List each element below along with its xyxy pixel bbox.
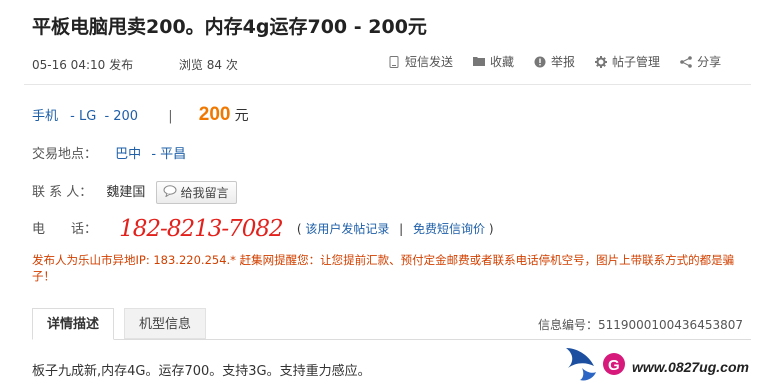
tab-model-info[interactable]: 机型信息: [124, 308, 207, 339]
favorite-label: 收藏: [490, 55, 515, 69]
category-phone-link[interactable]: 手机: [32, 109, 58, 124]
tabs-baseline: [32, 339, 751, 340]
category-separator: |: [168, 109, 173, 124]
category-row: 手机 - LG - 200 | 200 元: [32, 104, 249, 126]
gear-icon: [595, 55, 608, 68]
fraud-warning: 发布人为乐山市异地IP: 183.220.254.* 赶集网提醒您：让您提前汇款…: [32, 253, 735, 283]
leave-message-button[interactable]: 给我留言: [155, 181, 237, 204]
speech-bubble-icon: [163, 185, 177, 200]
action-bar: 短信发送 收藏 举报 帖子管理 分享: [388, 53, 721, 70]
phone-label: 电 话：: [32, 221, 98, 237]
phone-links-separator: |: [399, 221, 404, 236]
phone-row: 电 话： 182-8213-7082 ( 该用户发帖记录 | 免费短信询价 ): [32, 216, 494, 242]
open-paren: (: [296, 221, 302, 236]
header-divider: [24, 84, 751, 85]
contact-label: 联 系 人：: [32, 185, 93, 200]
location-row: 交易地点： 巴中 - 平昌: [32, 143, 186, 162]
contact-row: 联 系 人： 魏建国 给我留言: [32, 181, 237, 204]
category-200-link[interactable]: - 200: [104, 109, 138, 124]
share-button[interactable]: 分享: [680, 53, 721, 70]
close-paren: ): [488, 221, 494, 236]
post-meta: 05-16 04:10 发布 浏览 84 次: [32, 56, 238, 73]
location-region-link[interactable]: 巴中: [115, 147, 141, 162]
tab-model-info-label: 机型信息: [139, 317, 192, 332]
sms-send-button[interactable]: 短信发送: [388, 53, 453, 70]
phone-icon: [388, 55, 400, 68]
views-label: 浏览: [178, 58, 203, 72]
favorite-button[interactable]: 收藏: [473, 53, 514, 70]
warning-icon: [534, 56, 546, 68]
price-unit: 元: [234, 108, 249, 124]
category-lg-link[interactable]: - LG: [70, 109, 96, 124]
share-icon: [680, 55, 692, 68]
phone-number: 182-8213-7082: [119, 216, 284, 242]
report-button[interactable]: 举报: [534, 53, 575, 70]
free-sms-link[interactable]: 免费短信询价: [413, 222, 485, 236]
watermark-logo-icon: G www.0827ug.com: [566, 348, 749, 381]
phone-links: ( 该用户发帖记录 | 免费短信询价 ): [297, 222, 494, 236]
report-label: 举报: [551, 55, 576, 69]
site-watermark: G www.0827ug.com: [564, 342, 759, 387]
page-title: 平板电脑甩卖200。内存4g运存700 - 200元: [32, 16, 427, 38]
location-district-link[interactable]: - 平昌: [151, 147, 186, 162]
price-value: 200: [198, 104, 231, 125]
svg-text:G: G: [608, 357, 620, 374]
leave-message-label: 给我留言: [180, 186, 229, 200]
sms-send-label: 短信发送: [405, 55, 454, 69]
watermark-text: www.0827ug.com: [632, 359, 749, 375]
post-manage-label: 帖子管理: [612, 55, 661, 69]
views-count: 84 次: [206, 58, 238, 72]
folder-icon: [473, 56, 486, 68]
description-text: 板子九成新,内存4G。运存700。支持3G。支持重力感应。: [32, 364, 371, 379]
tab-details-label: 详情描述: [47, 317, 100, 332]
user-history-link[interactable]: 该用户发帖记录: [305, 222, 389, 236]
post-manage-button[interactable]: 帖子管理: [595, 53, 660, 70]
info-number: 信息编号：5119000100436453807: [537, 318, 743, 332]
contact-name: 魏建国: [106, 185, 146, 200]
post-time: 05-16 04:10 发布: [32, 58, 134, 72]
share-label: 分享: [697, 55, 722, 69]
location-label: 交易地点：: [32, 147, 98, 162]
tab-details[interactable]: 详情描述: [32, 308, 115, 340]
